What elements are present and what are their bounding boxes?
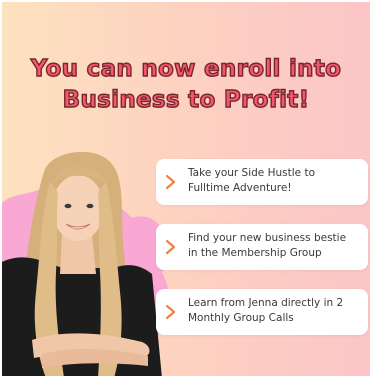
chevron-right-icon xyxy=(165,239,176,255)
benefit-item-1: Take your Side Hustle to Fulltime Advent… xyxy=(156,159,368,205)
woman-portrait-image xyxy=(2,151,162,376)
promo-card: You can now enroll into Business to Prof… xyxy=(2,2,370,376)
benefit-line-1: Learn from Jenna directly in 2 xyxy=(188,297,344,309)
benefit-line-2: in the Membership Group xyxy=(188,247,322,259)
benefit-line-1: Take your Side Hustle to xyxy=(188,167,315,179)
benefit-text: Find your new business bestie in the Mem… xyxy=(188,231,362,261)
benefit-text: Take your Side Hustle to Fulltime Advent… xyxy=(188,166,362,196)
benefit-item-3: Learn from Jenna directly in 2 Monthly G… xyxy=(156,289,368,335)
benefit-text: Learn from Jenna directly in 2 Monthly G… xyxy=(188,296,362,326)
benefit-line-2: Fulltime Adventure! xyxy=(188,182,292,194)
benefit-line-2: Monthly Group Calls xyxy=(188,312,294,324)
benefit-line-1: Find your new business bestie xyxy=(188,232,347,244)
headline: You can now enroll into Business to Prof… xyxy=(2,54,370,116)
headline-line-2: Business to Profit! xyxy=(62,86,310,113)
chevron-right-icon xyxy=(165,174,176,190)
headline-line-1: You can now enroll into xyxy=(30,55,342,82)
chevron-right-icon xyxy=(165,304,176,320)
benefit-item-2: Find your new business bestie in the Mem… xyxy=(156,224,368,270)
